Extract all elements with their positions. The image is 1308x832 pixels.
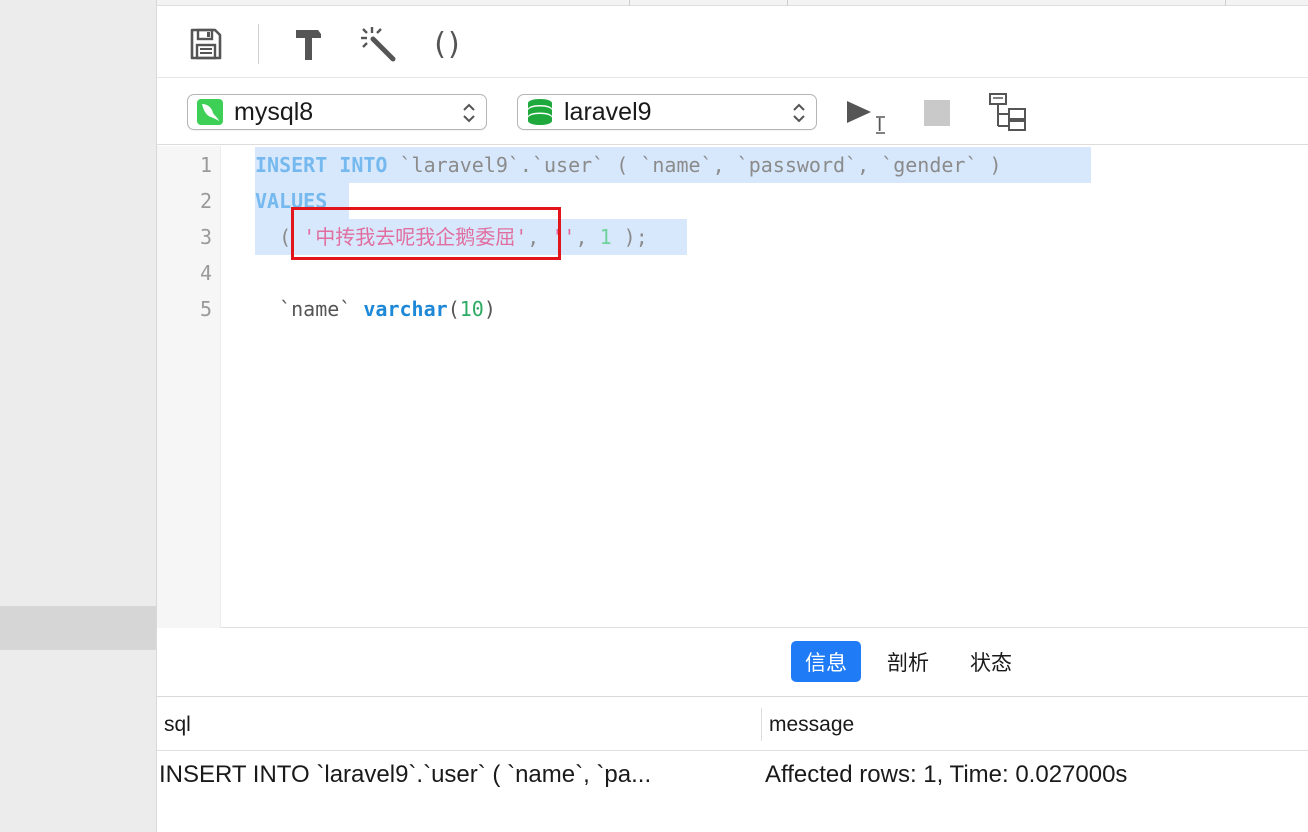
table-row[interactable]: INSERT INTO `laravel9`.`user` ( `name`, … [157,752,1308,798]
code-line-5: `name` varchar(10) [255,291,496,327]
sql-identifiers: `laravel9`.`user` ( `name`, `password`, … [399,153,1002,177]
tab-status[interactable]: 状态 [956,641,1026,682]
toolbar-separator [258,24,259,64]
hammer-icon [296,30,321,60]
sql-paren: ) [483,297,496,321]
sql-number: 10 [459,297,484,321]
connection-select-label: mysql8 [234,97,314,126]
sql-paren: ); [611,225,648,249]
connection-bar: mysql8 laravel9 I [157,79,1308,145]
tab-profile[interactable]: 剖析 [873,641,943,682]
sql-editor[interactable]: 1 2 3 4 5 INSERT INTO `laravel9`.`user` … [157,146,1308,628]
red-annotation-box [291,207,561,260]
beautify-button[interactable] [288,24,328,64]
sql-identifier: `name` [279,297,352,321]
parentheses-button[interactable]: () [428,24,468,64]
sql-keyword: INSERT [255,153,328,177]
sidebar-selected-item[interactable] [0,606,156,650]
result-tabs: 信息 剖析 状态 [157,629,1308,697]
sql-paren: ( [447,297,460,321]
sql-keyword: INTO [339,153,388,177]
line-number: 4 [199,261,212,285]
code-line-1: INSERT INTO `laravel9`.`user` ( `name`, … [255,147,1002,183]
app-window: () mysql8 laravel9 I 1 2 3 4 5 INSERT IN… [0,0,1308,832]
explain-tree-icon [989,93,1026,131]
run-button[interactable]: I [843,95,891,136]
line-number: 3 [199,225,212,249]
sql-number: 1 [599,225,612,249]
line-number-gutter: 1 2 3 4 5 [157,146,221,628]
database-stack-icon [526,98,554,126]
query-toolbar: () [157,6,1308,78]
connection-sidebar [0,0,157,832]
sql-type: varchar [363,297,448,321]
database-select[interactable]: laravel9 [517,94,817,130]
mysql-dolphin-icon [196,98,224,126]
magic-wand-icon [361,27,396,62]
save-button[interactable] [186,24,226,64]
cell-message: Affected rows: 1, Time: 0.027000s [765,761,1128,788]
result-table-header: sql message [157,698,1308,751]
sql-comma: , [575,225,600,249]
tab-info[interactable]: 信息 [791,641,861,682]
column-header-message[interactable]: message [769,698,854,751]
column-header-sql[interactable]: sql [164,698,191,751]
connection-select[interactable]: mysql8 [187,94,487,130]
database-select-label: laravel9 [564,97,652,126]
line-number: 2 [199,189,212,213]
stop-button[interactable] [924,100,950,126]
line-number: 5 [199,297,212,321]
chevron-updown-icon [463,103,475,123]
explain-button[interactable] [989,93,1027,131]
save-icon [190,28,222,60]
parentheses-icon: () [434,26,462,62]
chevron-updown-icon [793,103,805,123]
line-number: 1 [199,153,212,177]
code-snippet-button[interactable] [358,24,398,64]
play-icon: I [847,101,885,136]
cell-sql: INSERT INTO `laravel9`.`user` ( `name`, … [159,761,652,788]
column-divider[interactable] [761,708,762,741]
svg-text:I: I [877,115,882,135]
